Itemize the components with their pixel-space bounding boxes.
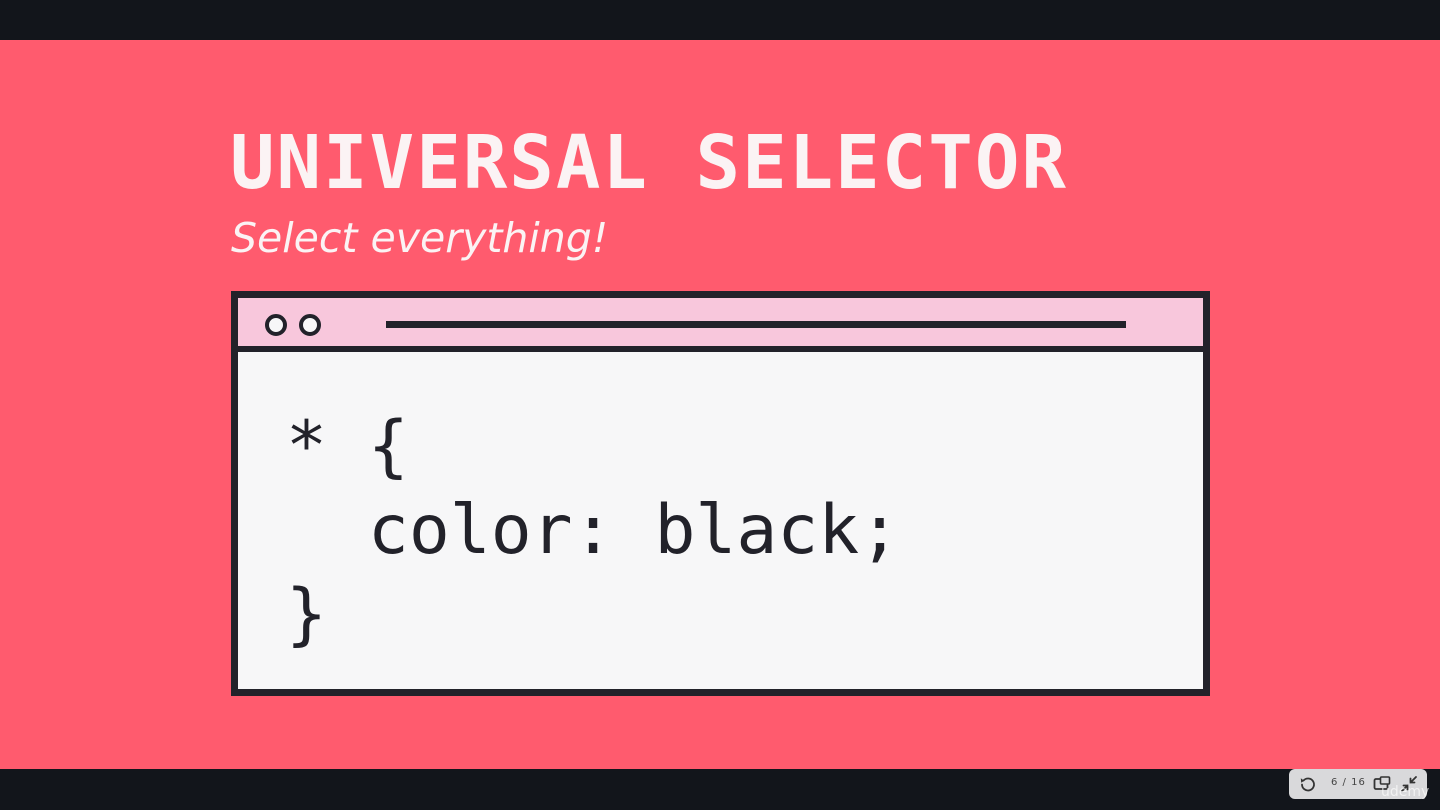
address-bar-line (386, 321, 1126, 328)
slide-subtitle: Select everything! (231, 214, 609, 262)
window-title-bar (238, 298, 1203, 352)
lecture-slide: UNIVERSAL SELECTOR Select everything! * … (0, 40, 1440, 769)
code-line: color: black; (286, 491, 901, 570)
window-dot-icon (299, 314, 321, 336)
replay-icon[interactable] (1299, 775, 1317, 793)
code-line: * { (286, 407, 409, 486)
slide-title: UNIVERSAL SELECTOR (230, 120, 1068, 206)
udemy-watermark: udemy (1381, 784, 1430, 800)
code-block: * { color: black;} (286, 405, 900, 657)
code-window: * { color: black;} (231, 291, 1210, 696)
code-line: } (286, 575, 327, 654)
slide-counter: 6 / 16 (1331, 777, 1366, 788)
window-dot-icon (265, 314, 287, 336)
video-player: UNIVERSAL SELECTOR Select everything! * … (0, 0, 1440, 810)
